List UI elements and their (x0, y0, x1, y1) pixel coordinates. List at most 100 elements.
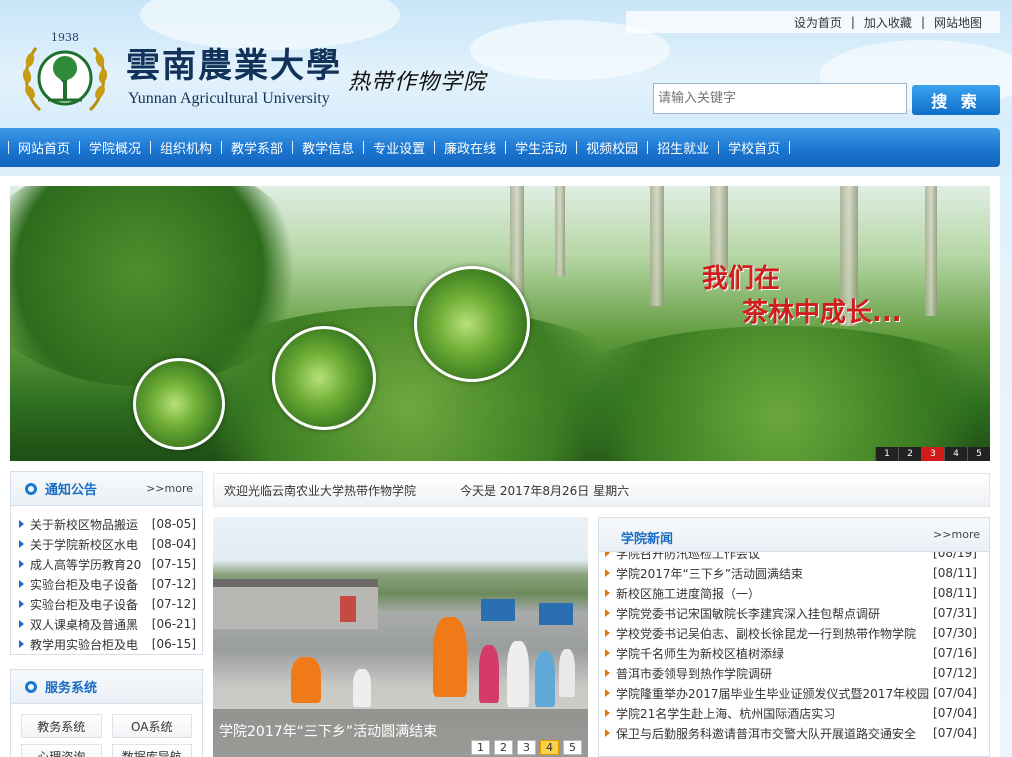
nav-teaching-info[interactable]: 教学信息 (292, 138, 363, 157)
nav-divider (576, 141, 578, 154)
bullet-triangle-icon (19, 620, 24, 628)
university-name-en: Yunnan Agricultural University (128, 90, 330, 107)
nav-school-home[interactable]: 学校首页 (718, 138, 799, 157)
person (291, 657, 321, 703)
photo-page-2[interactable]: 2 (494, 740, 513, 755)
nav-divider (221, 141, 223, 154)
search-input[interactable] (653, 83, 907, 114)
building-door (340, 596, 356, 622)
tea-leaf-photo-circle (133, 358, 225, 450)
sitemap-link[interactable]: 网站地图 (934, 14, 982, 31)
content-area: 我们在 茶林中成长... 1 2 3 4 5 通知公告 >>more 关于新校区… (0, 176, 1000, 757)
person (433, 617, 467, 697)
bullet-triangle-icon (605, 689, 610, 697)
bullet-triangle-icon (605, 569, 610, 577)
slide-page-3[interactable]: 3 (921, 447, 944, 461)
bullet-triangle-icon (605, 669, 610, 677)
photo-page-4[interactable]: 4 (540, 740, 559, 755)
notice-list: 关于新校区物品搬运 [08-05] 关于学院新校区水电 [08-04] 成人高等学历… (11, 506, 202, 654)
person (535, 651, 555, 707)
nav-student-activities[interactable]: 学生活动 (505, 138, 576, 157)
nav-departments[interactable]: 教学系部 (221, 138, 292, 157)
college-name: 热带作物学院 (348, 70, 487, 95)
photo-page-1[interactable]: 1 (471, 740, 490, 755)
list-item[interactable]: 新校区施工进度简报（一） [08/11] (605, 583, 977, 603)
news-title: 学院新闻 (621, 532, 674, 547)
academic-system-button[interactable]: 教务系统 (21, 714, 102, 738)
slide-page-1[interactable]: 1 (875, 447, 898, 461)
university-name-cn: 雲南農業大學 (126, 46, 342, 86)
list-item[interactable]: 成人高等学历教育20 [07-15] (19, 554, 196, 574)
nav-divider (647, 141, 649, 154)
photo-news-slider[interactable]: 学院2017年“三下乡”活动圆满结束 1 2 3 4 5 (213, 517, 588, 757)
nav-divider (8, 141, 9, 154)
top-links-bar: 设为首页 | 加入收藏 | 网站地图 (626, 11, 1000, 33)
nav-home[interactable]: 网站首页 (8, 138, 79, 157)
person (479, 645, 499, 703)
list-item[interactable]: 学院21名学生赴上海、杭州国际酒店实习 [07/04] (605, 703, 977, 723)
search-button[interactable]: 搜 索 (912, 85, 1000, 115)
add-favorite-link[interactable]: 加入收藏 (864, 14, 912, 31)
list-item[interactable]: 保卫与后勤服务科邀请普洱市交警大队开展道路交通安全 [07/04] (605, 723, 977, 743)
counseling-button[interactable]: 心理咨询 (21, 744, 102, 757)
news-header: 学院新闻 >>more (599, 518, 989, 552)
database-nav-button[interactable]: 数据库导航 (111, 744, 192, 757)
list-item[interactable]: 关于新校区物品搬运 [08-05] (19, 514, 196, 534)
set-homepage-link[interactable]: 设为首页 (794, 14, 842, 31)
bullet-triangle-icon (605, 649, 610, 657)
tea-leaf-photo-circle (414, 266, 530, 382)
nav-divider (434, 141, 436, 154)
circle-icon (25, 680, 37, 693)
list-item[interactable]: 学院2017年“三下乡”活动圆满结束 [08/11] (605, 563, 977, 583)
bullet-triangle-icon (19, 540, 24, 548)
slide-page-5[interactable]: 5 (967, 447, 990, 461)
list-item[interactable]: 教学用实验台柜及电 [06-15] (19, 634, 196, 654)
banner-slideshow[interactable]: 我们在 茶林中成长... 1 2 3 4 5 (10, 186, 990, 461)
list-item[interactable]: 双人课桌椅及普通黑 [06-21] (19, 614, 196, 634)
list-item[interactable]: 关于学院新校区水电 [08-04] (19, 534, 196, 554)
nav-admissions[interactable]: 招生就业 (647, 138, 718, 157)
list-item[interactable]: 学院隆重举办2017届毕业生毕业证颁发仪式暨2017年校园 [07/04] (605, 683, 977, 703)
nav-majors[interactable]: 专业设置 (363, 138, 434, 157)
list-item[interactable]: 学院千名师生为新校区植树添绿 [07/16] (605, 643, 977, 663)
list-item[interactable]: 普洱市委领导到热作学院调研 [07/12] (605, 663, 977, 683)
nav-divider (789, 141, 791, 154)
list-item[interactable]: 学校党委书记吴伯志、副校长徐昆龙一行到热带作物学院 [07/30] (605, 623, 977, 643)
banner-slogan-line1: 我们在 (702, 264, 781, 294)
svg-text:1938: 1938 (51, 31, 79, 44)
news-more-link[interactable]: >>more (933, 528, 980, 541)
service-title: 服务系统 (45, 681, 98, 696)
welcome-text: 欢迎光临云南农业大学热带作物学院 (224, 483, 417, 498)
nav-divider (363, 141, 365, 154)
bullet-triangle-icon (19, 600, 24, 608)
separator: | (850, 15, 855, 29)
person (507, 641, 529, 707)
list-item[interactable]: 实验台柜及电子设备 [07-12] (19, 594, 196, 614)
tea-leaf-photo-circle (272, 326, 376, 430)
photo-page-3[interactable]: 3 (517, 740, 536, 755)
nav-organization[interactable]: 组织机构 (150, 138, 221, 157)
current-date: 今天是 2017年8月26日 星期六 (460, 483, 630, 498)
university-emblem-icon: 1938 (22, 31, 108, 112)
list-item[interactable]: 学院党委书记宋国敏院长李建宾深入挂包帮点调研 [07/31] (605, 603, 977, 623)
bullet-triangle-icon (19, 560, 24, 568)
slide-page-2[interactable]: 2 (898, 447, 921, 461)
notice-more-link[interactable]: >>more (146, 482, 193, 495)
nav-integrity[interactable]: 廉政在线 (434, 138, 505, 157)
bullet-triangle-icon (19, 640, 24, 648)
tree-trunk (555, 186, 565, 276)
oa-system-button[interactable]: OA系统 (111, 714, 192, 738)
tree-trunk (650, 186, 664, 306)
slide-page-4[interactable]: 4 (944, 447, 967, 461)
slide-pager: 1 2 3 4 5 (875, 447, 990, 461)
notice-panel: 通知公告 >>more 关于新校区物品搬运 [08-05] 关于学院新校区水电 [0… (10, 471, 203, 655)
main-nav: 网站首页 学院概况 组织机构 教学系部 教学信息 专业设置 廉政在线 学生活动 … (0, 128, 1000, 167)
photo-page-5[interactable]: 5 (563, 740, 582, 755)
nav-about[interactable]: 学院概况 (79, 138, 150, 157)
nav-divider (150, 141, 152, 154)
nav-video-campus[interactable]: 视频校园 (576, 138, 647, 157)
truck (481, 599, 515, 621)
service-panel: 服务系统 教务系统 OA系统 心理咨询 数据库导航 (10, 669, 203, 757)
list-item[interactable]: 实验台柜及电子设备 [07-12] (19, 574, 196, 594)
news-list: 学院召开防汛巡检工作会议 [08/19] 学院2017年“三下乡”活动圆满结束 [0… (599, 543, 989, 743)
